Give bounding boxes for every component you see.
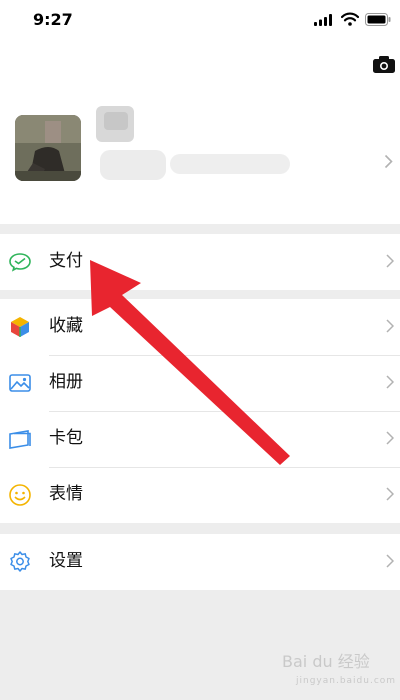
status-time: 9:27 [33,10,73,29]
menu-item-label: 卡包 [49,428,83,448]
menu-item-label: 相册 [49,372,83,392]
menu-item-label: 支付 [49,251,83,271]
chevron-right-icon [386,487,394,501]
status-bar: 9:27 [0,0,400,44]
watermark-url: jingyan.baidu.com [296,676,397,686]
settings-icon [10,551,30,572]
sticker-icon [9,484,31,506]
favorites-icon [11,317,29,337]
chevron-right-icon [386,319,394,333]
menu-item-label: 收藏 [49,316,83,336]
menu-item-settings[interactable]: 设置 [0,534,400,590]
chevron-right-icon [386,254,394,268]
camera-icon[interactable] [373,55,395,73]
menu-item-stickers[interactable]: 表情 [0,467,400,523]
album-icon [9,374,31,392]
battery-icon [365,13,391,26]
menu-item-card-wallet[interactable]: 卡包 [0,411,400,467]
menu-item-favorites[interactable]: 收藏 [0,299,400,355]
menu-item-album[interactable]: 相册 [0,355,400,411]
profile-chevron-icon [384,154,393,169]
menu-item-pay[interactable]: 支付 [0,234,400,290]
chevron-right-icon [386,554,394,568]
chevron-right-icon [386,431,394,445]
pay-icon [9,253,31,272]
cellular-signal-icon [314,14,332,26]
profile-info-blurred [96,106,300,190]
menu-item-label: 设置 [49,551,83,571]
profile-header[interactable] [0,44,400,224]
avatar[interactable] [15,115,81,181]
chevron-right-icon [386,375,394,389]
wifi-icon [341,12,359,26]
card-wallet-icon [9,430,31,449]
menu-item-label: 表情 [49,484,83,504]
watermark-logo: Bai du 经验 [282,652,370,671]
